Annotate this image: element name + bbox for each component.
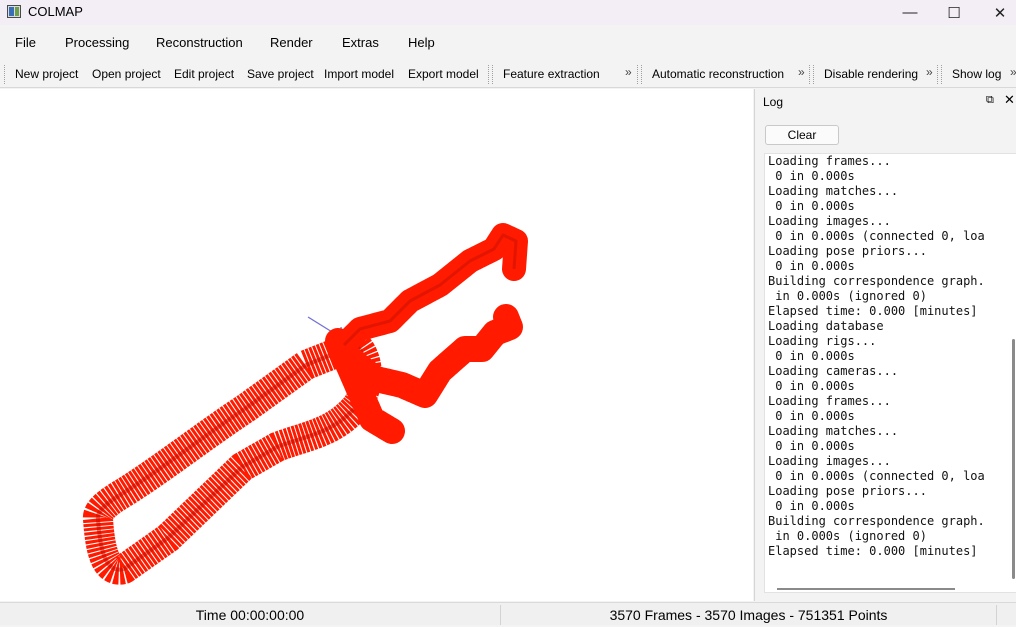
status-bar: Time 00:00:00:00 3570 Frames - 3570 Imag… [0,602,1016,625]
log-panel-title: Log [763,95,784,109]
save-project-button[interactable]: Save project [247,67,314,81]
log-line: 0 in 0.000s [768,499,855,513]
status-time: Time 00:00:00:00 [195,607,305,623]
log-line: Loading images... [768,214,891,228]
minimize-icon[interactable]: — [887,0,933,25]
menu-extras[interactable]: Extras [342,35,379,50]
menu-file[interactable]: File [15,35,36,50]
automatic-reconstruction-button[interactable]: Automatic reconstruction [652,67,784,81]
log-line: Loading database [768,319,884,333]
model-viewer-canvas[interactable] [0,89,753,601]
toolbar-overflow-icon[interactable]: » [926,65,933,79]
title-bar: COLMAP — ☐ ✕ [0,0,1016,25]
toolbar-handle[interactable] [492,65,494,84]
log-horizontal-scrollbar[interactable] [777,588,955,590]
toolbar-separator [637,65,639,84]
log-line: 0 in 0.000s [768,439,855,453]
log-line: Building correspondence graph. [768,514,985,528]
close-icon[interactable]: ✕ [977,0,1016,25]
disable-rendering-button[interactable]: Disable rendering [824,67,918,81]
toolbar-handle[interactable] [941,65,943,84]
log-line: Loading matches... [768,424,899,438]
toolbar-handle[interactable] [813,65,815,84]
log-line: Loading images... [768,454,891,468]
colmap-app-icon [7,5,21,18]
menu-help[interactable]: Help [408,35,435,50]
window-title: COLMAP [28,4,83,19]
menu-render[interactable]: Render [270,35,313,50]
log-line: 0 in 0.000s (connected 0, loa [768,229,985,243]
toolbar-separator [937,65,939,84]
log-panel: Log ⧉ ✕ Clear Loading frames... 0 in 0.0… [754,89,1016,601]
camera-trajectory-loop [82,330,382,585]
log-line: 0 in 0.000s [768,409,855,423]
log-line: Loading pose priors... [768,244,927,258]
toolbar-separator [809,65,811,84]
status-model-summary: 3570 Frames - 3570 Images - 751351 Point… [609,607,888,623]
new-project-button[interactable]: New project [15,67,78,81]
log-line: Loading cameras... [768,364,899,378]
log-line: in 0.000s (ignored 0) [768,529,927,543]
log-line: Elapsed time: 0.000 [minutes] [768,304,978,318]
toolbar-overflow-icon[interactable]: » [625,65,632,79]
log-text-area[interactable]: Loading frames... 0 in 0.000s Loading mat… [764,153,1016,593]
maximize-icon[interactable]: ☐ [931,0,977,25]
log-line: Loading frames... [768,394,891,408]
toolbar-overflow-icon[interactable]: » [1010,65,1016,79]
log-line: 0 in 0.000s [768,379,855,393]
log-line: Loading frames... [768,154,891,168]
show-log-button[interactable]: Show log [952,67,1001,81]
toolbar: New project Open project Edit project Sa… [0,60,1016,88]
log-line: 0 in 0.000s [768,349,855,363]
log-line: Loading rigs... [768,334,877,348]
import-model-button[interactable]: Import model [324,67,394,81]
feature-extraction-button[interactable]: Feature extraction [503,67,600,81]
status-divider [996,605,997,625]
toolbar-separator [488,65,490,84]
menu-bar: File Processing Reconstruction Render Ex… [0,30,1016,56]
toolbar-handle[interactable] [641,65,643,84]
log-line: Loading pose priors... [768,484,927,498]
log-line: 0 in 0.000s [768,169,855,183]
toolbar-handle[interactable] [4,65,6,84]
log-lines: Loading frames... 0 in 0.000s Loading mat… [768,154,985,559]
close-icon[interactable]: ✕ [1004,92,1015,108]
edit-project-button[interactable]: Edit project [174,67,234,81]
reconstruction-render [82,223,528,585]
clear-log-button[interactable]: Clear [765,125,839,145]
menu-reconstruction[interactable]: Reconstruction [156,35,243,50]
toolbar-overflow-icon[interactable]: » [798,65,805,79]
log-line: 0 in 0.000s [768,199,855,213]
menu-processing[interactable]: Processing [65,35,129,50]
log-line: Elapsed time: 0.000 [minutes] [768,544,978,558]
log-vertical-scrollbar[interactable] [1012,339,1015,579]
float-icon[interactable]: ⧉ [986,94,994,107]
log-line: 0 in 0.000s [768,259,855,273]
log-line: Loading matches... [768,184,899,198]
export-model-button[interactable]: Export model [408,67,479,81]
log-line: 0 in 0.000s (connected 0, loa [768,469,985,483]
log-line: Building correspondence graph. [768,274,985,288]
open-project-button[interactable]: Open project [92,67,161,81]
log-line: in 0.000s (ignored 0) [768,289,927,303]
